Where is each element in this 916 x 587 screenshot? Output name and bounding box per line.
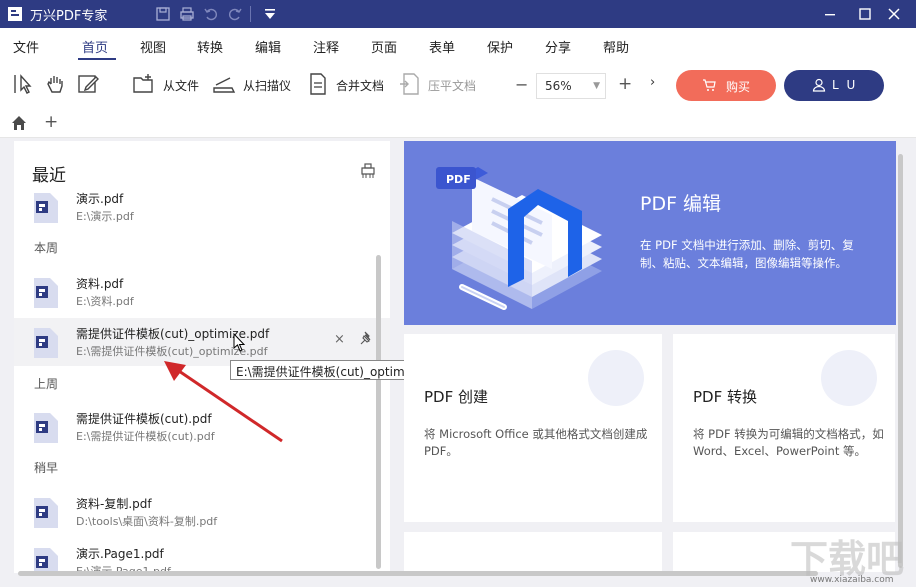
buy-button[interactable]: 购买 [676,70,776,101]
card-title: PDF 转换 [693,388,757,406]
clear-history-icon[interactable] [360,163,376,179]
next-card-row-left[interactable] [404,532,662,572]
svg-text:PDF: PDF [446,173,471,186]
list-item[interactable]: 资料.pdf E:\资料.pdf [14,268,390,316]
card-description: 将 PDF 转换为可编辑的文档格式，如 Word、Excel、PowerPoin… [693,427,884,458]
pdf-file-icon [34,548,58,573]
hand-tool-icon[interactable] [44,72,68,96]
menu-bar: 文件 首页 视图 转换 编辑 注释 页面 表单 保护 分享 帮助 [0,28,916,62]
zoom-in-button[interactable]: + [618,74,632,94]
edit-tool-icon[interactable] [76,72,100,96]
merge-docs-button[interactable]: 合并文档 [336,77,384,94]
file-name: 演示.Page1.pdf [76,547,164,561]
mouse-cursor-icon [233,333,246,352]
file-name: 资料-复制.pdf [76,497,152,511]
from-file-button[interactable]: 从文件 [163,77,199,94]
recent-scrollbar[interactable] [376,255,381,569]
save-icon[interactable] [154,5,172,23]
menu-page[interactable]: 页面 [371,37,397,56]
horizontal-scrollbar[interactable] [18,571,818,576]
menu-home[interactable]: 首页 [82,37,108,56]
titlebar-separator [250,6,251,22]
file-path: E:\演示.pdf [76,210,134,223]
convert-pdf-icon [821,350,877,406]
scanner-icon[interactable] [212,72,236,96]
buy-label: 购买 [726,80,751,94]
new-tab-button[interactable]: + [44,112,58,132]
section-earlier: 稍早 [34,461,59,475]
pdf-create-card[interactable]: PDF 创建 将 Microsoft Office 或其他格式文档创建成 PDF… [404,334,662,522]
list-item[interactable]: 演示.pdf E:\演示.pdf [14,183,390,231]
card-title: PDF 创建 [424,388,488,406]
menu-view[interactable]: 视图 [140,37,166,56]
watermark-url: www.xiazaiba.com [810,575,894,585]
zoom-select[interactable]: 56% ▼ [536,73,606,99]
file-path: E:\资料.pdf [76,295,134,308]
pdf-file-icon [34,413,58,443]
print-icon[interactable] [178,5,196,23]
pdf-edit-illustration: PDF [436,167,602,310]
list-item[interactable]: 资料-复制.pdf D:\tools\桌面\资料-复制.pdf [14,488,390,536]
user-icon [812,78,826,92]
undo-icon[interactable] [202,5,220,23]
pdf-file-icon [34,278,58,308]
list-item[interactable]: 演示.Page1.pdf E:\演示.Page1.pdf [14,538,390,573]
from-scanner-button[interactable]: 从扫描仪 [243,77,291,94]
toolbar-more-button[interactable]: › [650,75,655,90]
remove-item-button[interactable]: × [334,332,345,347]
home-icon[interactable] [10,114,28,132]
flatten-button: 压平文档 [428,79,477,93]
app-title: 万兴PDF专家 [30,9,108,24]
menu-share[interactable]: 分享 [545,37,571,56]
user-label: L U [832,78,858,92]
menu-protect[interactable]: 保护 [487,37,513,56]
app-logo-icon [8,7,22,21]
right-scrollbar[interactable] [898,154,903,568]
chevron-down-icon: ▼ [593,81,600,91]
create-pdf-icon [588,350,644,406]
menu-annotate[interactable]: 注释 [313,37,339,56]
zoom-value: 56% [545,79,572,93]
maximize-icon[interactable] [855,4,875,24]
pdf-file-icon [34,328,58,358]
menu-convert[interactable]: 转换 [197,37,223,56]
banner-description: 在 PDF 文档中进行添加、删除、剪切、复制、粘贴、文本编辑，图像编辑等操作。 [640,238,854,270]
menu-file[interactable]: 文件 [13,37,39,56]
section-this-week: 本周 [34,241,59,255]
pin-icon[interactable] [360,331,374,345]
tab-strip: + [0,108,916,138]
section-last-week: 上周 [34,377,59,391]
flatten-icon [398,72,422,96]
toolbar: 从文件 从扫描仪 合并文档 压平文档 − 56% ▼ + › [0,62,916,108]
minimize-icon[interactable] [820,4,840,24]
file-name: 资料.pdf [76,277,124,291]
pdf-file-icon [34,498,58,528]
menu-edit[interactable]: 编辑 [255,37,281,56]
close-icon[interactable] [884,4,904,24]
zoom-out-button[interactable]: − [515,75,528,94]
from-file-icon[interactable] [132,72,156,96]
pdf-file-icon [34,193,58,223]
file-name: 演示.pdf [76,192,124,206]
select-cursor-icon[interactable] [12,72,36,96]
customize-dropdown-icon[interactable] [261,5,279,23]
active-tab-indicator [78,58,116,60]
menu-form[interactable]: 表单 [429,37,455,56]
file-path: D:\tools\桌面\资料-复制.pdf [76,515,218,528]
merge-docs-icon[interactable] [306,72,330,96]
banner-title: PDF 编辑 [640,193,722,215]
user-account-button[interactable]: L U [784,70,884,101]
menu-help[interactable]: 帮助 [603,37,629,56]
pdf-convert-card[interactable]: PDF 转换 将 PDF 转换为可编辑的文档格式，如 Word、Excel、Po… [673,334,895,522]
pdf-edit-banner[interactable]: PDF PDF 编辑 在 PDF 文档中进行添加、删除、剪切、复制、粘贴、文本编… [404,141,896,325]
card-description: 将 Microsoft Office 或其他格式文档创建成 PDF。 [424,427,648,458]
redo-icon[interactable] [226,5,244,23]
title-bar: 万兴PDF专家 [0,0,916,28]
cart-icon [703,79,716,91]
